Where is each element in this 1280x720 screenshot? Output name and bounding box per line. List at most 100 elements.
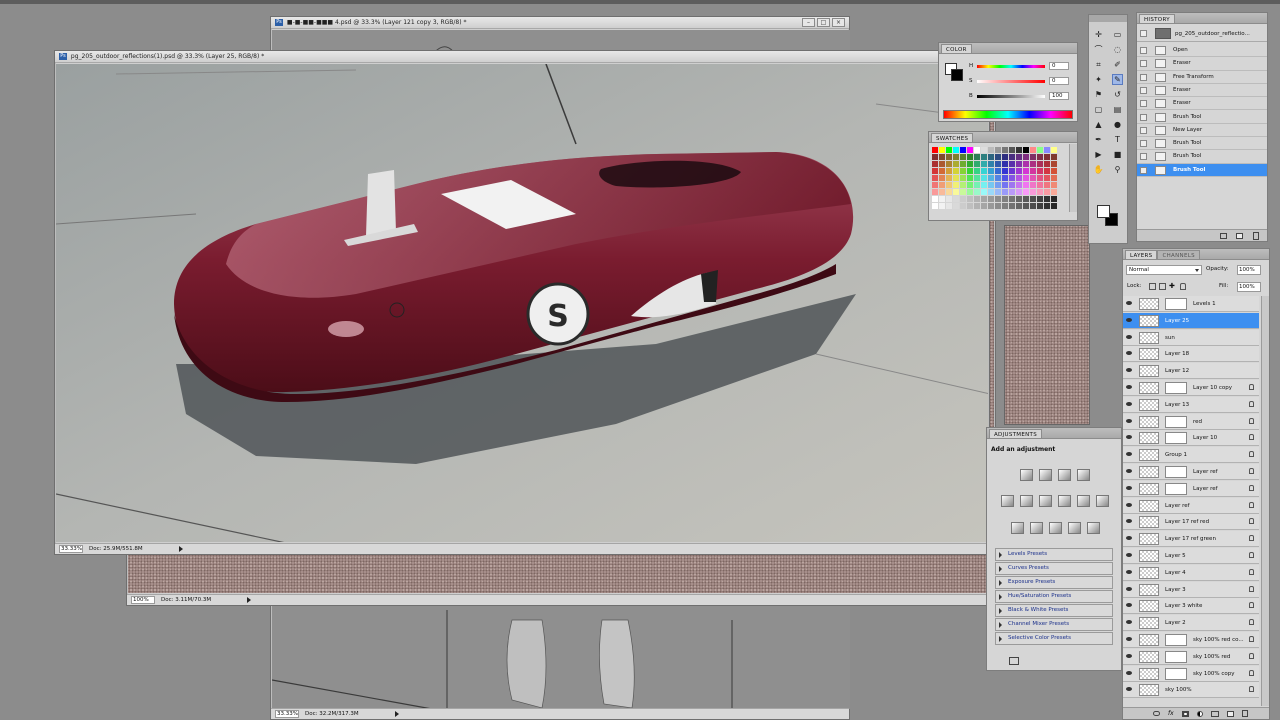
color-swatch[interactable] [946, 175, 952, 181]
color-swatch[interactable] [1044, 161, 1050, 167]
channels-tab[interactable]: CHANNELS [1157, 250, 1200, 259]
layer-row[interactable]: sky 100% [1123, 682, 1259, 699]
dodge-tool-icon[interactable]: ● [1112, 119, 1123, 130]
slider-b-track[interactable] [977, 95, 1045, 98]
color-swatch[interactable] [932, 203, 938, 209]
color-swatch[interactable] [1037, 182, 1043, 188]
color-swatch[interactable] [981, 196, 987, 202]
layer-row[interactable]: sky 100% red [1123, 648, 1259, 665]
color-swatch[interactable] [981, 147, 987, 153]
color-swatch[interactable] [939, 154, 945, 160]
eye-icon[interactable] [1126, 351, 1132, 356]
history-state[interactable]: Brush Tool [1137, 150, 1267, 164]
eye-icon[interactable] [1126, 301, 1132, 305]
tools-panel[interactable]: ✛ ▭ ⌒ ◌ ⌗ ✐ ✦ ✎ ⚑ ↺ ▢ ▤ ▲ ● ✒ T ▶ ■ ✋ ⚲ [1088, 14, 1128, 244]
main-document-canvas[interactable]: S [56, 64, 988, 542]
history-state[interactable]: Free Transform [1137, 71, 1267, 84]
color-swatch[interactable] [1030, 182, 1036, 188]
pen-tool-icon[interactable]: ✒ [1093, 134, 1104, 145]
color-swatch[interactable] [1037, 189, 1043, 195]
crop-tool-icon[interactable]: ⌗ [1093, 59, 1104, 70]
lasso-tool-icon[interactable]: ⌒ [1093, 44, 1104, 55]
color-swatch[interactable] [946, 147, 952, 153]
color-swatch[interactable] [1037, 147, 1043, 153]
back-status-arrow-icon[interactable] [394, 711, 399, 717]
brightness-contrast-icon[interactable] [1020, 469, 1033, 481]
threshold-icon[interactable] [1049, 522, 1062, 534]
eraser-tool-icon[interactable]: ▢ [1093, 104, 1104, 115]
color-swatch[interactable] [995, 196, 1001, 202]
layer-row[interactable]: Layer ref [1123, 497, 1259, 514]
color-swatch[interactable] [932, 182, 938, 188]
color-swatch[interactable] [932, 168, 938, 174]
color-swatch[interactable] [981, 182, 987, 188]
adjustments-footer-icon[interactable] [1009, 657, 1019, 665]
color-swatch[interactable] [1051, 161, 1057, 167]
color-swatch[interactable] [1044, 182, 1050, 188]
color-swatch[interactable] [1002, 175, 1008, 181]
color-swatch[interactable] [1051, 182, 1057, 188]
color-swatch[interactable] [1016, 168, 1022, 174]
color-swatch[interactable] [1023, 168, 1029, 174]
history-source-checkbox[interactable] [1140, 100, 1147, 108]
color-swatch[interactable] [946, 168, 952, 174]
type-tool-icon[interactable]: T [1112, 134, 1123, 145]
eye-icon[interactable] [1126, 368, 1132, 373]
color-swatch[interactable] [974, 182, 980, 188]
layer-row[interactable]: Layer 4 [1123, 564, 1259, 581]
color-swatch[interactable] [939, 147, 945, 153]
adjustments-panel[interactable]: ADJUSTMENTS Add an adjustment Levels Pre… [986, 427, 1122, 671]
history-source-checkbox[interactable] [1140, 166, 1147, 174]
color-swatch[interactable] [1023, 161, 1029, 167]
color-swatch[interactable] [953, 189, 959, 195]
adjustment-preset-item[interactable]: Hue/Saturation Presets [995, 590, 1113, 603]
history-brush-tool-icon[interactable]: ↺ [1112, 89, 1123, 100]
eye-icon[interactable] [1126, 401, 1132, 406]
layer-mask-thumbnail[interactable] [1165, 415, 1187, 428]
channel-mixer-icon[interactable] [1096, 495, 1109, 507]
healing-tool-icon[interactable]: ✦ [1093, 74, 1104, 85]
color-swatch[interactable] [1016, 182, 1022, 188]
vibrance-icon[interactable] [1001, 495, 1014, 507]
color-swatch[interactable] [981, 175, 987, 181]
color-swatch[interactable] [1009, 189, 1015, 195]
color-swatch[interactable] [1016, 196, 1022, 202]
blur-tool-icon[interactable]: ▲ [1093, 119, 1104, 130]
color-swatch[interactable] [939, 196, 945, 202]
eye-icon[interactable] [1126, 687, 1132, 692]
black-white-icon[interactable] [1058, 495, 1071, 507]
eye-icon[interactable] [1126, 553, 1132, 557]
color-swatch[interactable] [939, 161, 945, 167]
color-swatch[interactable] [1002, 189, 1008, 195]
main-zoom-field[interactable]: 33.33% [59, 545, 83, 553]
eye-icon[interactable] [1126, 317, 1132, 322]
color-swatch[interactable] [1037, 168, 1043, 174]
layer-row[interactable]: sky 100% red co... [1123, 632, 1259, 648]
color-swatch[interactable] [946, 161, 952, 167]
color-swatch[interactable] [932, 175, 938, 181]
color-swatch[interactable] [974, 154, 980, 160]
color-swatch[interactable] [1051, 175, 1057, 181]
color-swatch[interactable] [1037, 175, 1043, 181]
eye-icon[interactable] [1126, 334, 1132, 339]
slider-b-value[interactable]: 100 [1049, 92, 1069, 100]
color-swatch[interactable] [988, 154, 994, 160]
color-swatch[interactable] [1016, 203, 1022, 209]
color-swatch[interactable] [1009, 168, 1015, 174]
color-swatch[interactable] [995, 175, 1001, 181]
lock-transparent-icon[interactable] [1149, 283, 1156, 290]
color-swatch[interactable] [932, 154, 938, 160]
eyedropper-tool-icon[interactable]: ✐ [1112, 59, 1123, 70]
eye-icon[interactable] [1126, 603, 1132, 608]
swatches-scrollbar[interactable] [1069, 144, 1077, 212]
slider-h-track[interactable] [977, 65, 1045, 68]
color-swatch[interactable] [988, 189, 994, 195]
history-source-checkbox[interactable] [1140, 86, 1147, 94]
color-swatch[interactable] [1002, 168, 1008, 174]
link-layers-icon[interactable] [1153, 711, 1160, 716]
layer-mask-thumbnail[interactable] [1165, 650, 1187, 663]
hand-tool-icon[interactable]: ✋ [1093, 164, 1104, 175]
color-swatch[interactable] [1002, 196, 1008, 202]
new-group-icon[interactable] [1210, 710, 1219, 717]
back-document-titlebar[interactable]: Ps ■-■-■■-■■■ 4.psd @ 33.3% (Layer 121 c… [271, 17, 849, 29]
